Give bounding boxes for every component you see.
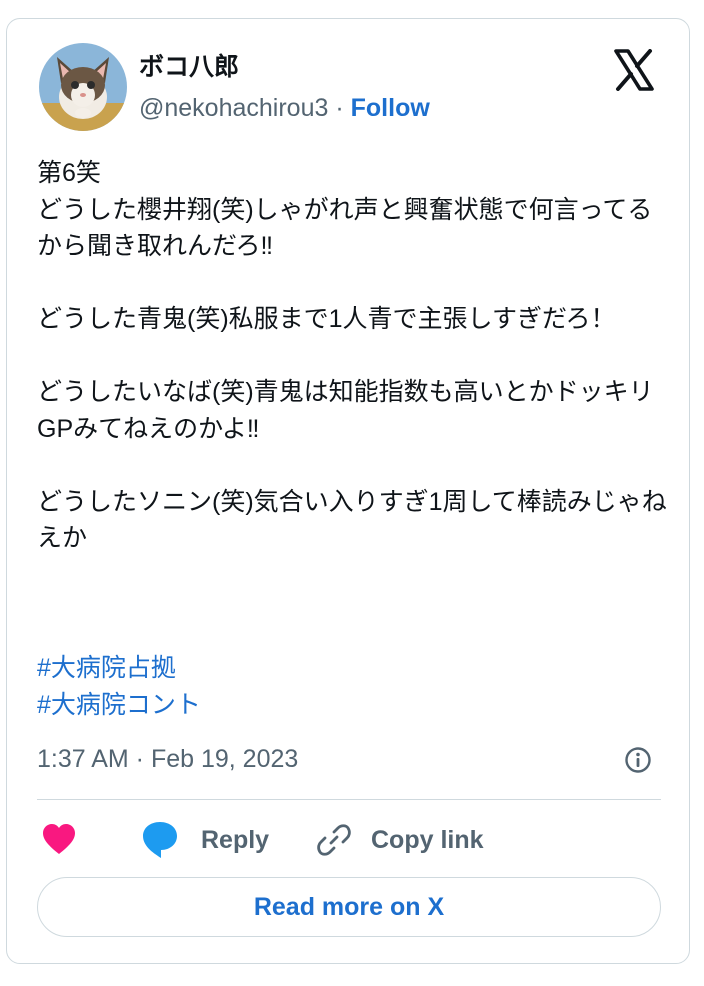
author-handle[interactable]: @nekohachirou3 [139,94,328,122]
copy-link-label: Copy link [371,825,484,854]
read-more-button[interactable]: Read more on X [37,877,661,937]
separator-dot: · [335,94,344,122]
hashtag-list: #大病院占拠 #大病院コント [37,650,201,723]
author-display-name[interactable]: ボコ八郎 [139,52,239,82]
hashtag-link[interactable]: #大病院コント [37,687,201,724]
avatar[interactable] [39,43,127,131]
x-logo-icon[interactable] [613,49,655,91]
link-icon [317,824,351,856]
hashtag-link[interactable]: #大病院占拠 [37,650,201,687]
reply-label: Reply [201,825,270,854]
like-button[interactable] [41,819,77,861]
action-bar: Reply Copy link [37,819,661,861]
tweet-text: 第6笑 どうした櫻井翔(笑)しゃがれ声と興奮状態で何言ってるから聞き取れんだろ‼… [37,159,667,552]
reply-bubble-icon [143,822,177,858]
tweet-card: ボコ八郎 @nekohachirou3 · Follow 第6笑 どうした櫻井翔… [6,18,690,964]
reply-button[interactable]: Reply [141,819,269,861]
tweet-timestamp[interactable]: 1:37 AM · Feb 19, 2023 [37,743,298,775]
author-handle-row: @nekohachirou3 · Follow [139,93,430,123]
info-icon[interactable] [623,745,653,775]
cat-avatar-image [39,43,127,131]
divider [37,799,661,800]
follow-button[interactable]: Follow [351,94,430,122]
heart-icon [43,824,75,854]
copy-link-button[interactable]: Copy link [317,819,484,861]
